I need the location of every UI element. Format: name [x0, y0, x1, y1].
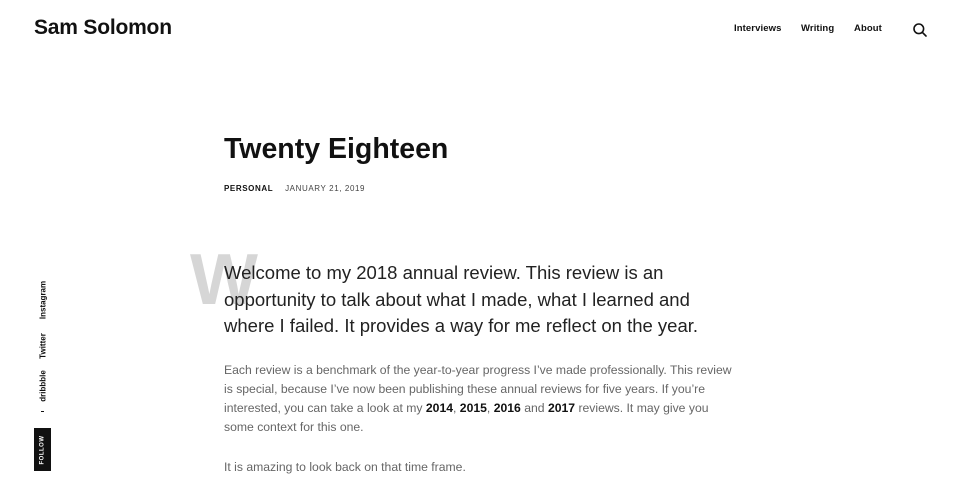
- post-meta: PERSONAL JANUARY 21, 2019: [224, 184, 365, 193]
- body-paragraph: Each review is a benchmark of the year-t…: [224, 361, 736, 437]
- social-divider: [41, 411, 44, 412]
- social-links: Instagram Twitter dribbble: [34, 274, 51, 420]
- nav-item-interviews[interactable]: Interviews: [734, 23, 781, 34]
- search-icon[interactable]: [912, 22, 928, 38]
- social-link-dribbble[interactable]: dribbble: [38, 370, 47, 402]
- review-link-2017[interactable]: 2017: [548, 401, 575, 415]
- post-category-link[interactable]: PERSONAL: [224, 184, 273, 193]
- post-date: JANUARY 21, 2019: [285, 184, 366, 193]
- lead-paragraph: Welcome to my 2018 annual review. This r…: [224, 262, 699, 336]
- nav-item-about[interactable]: About: [854, 23, 882, 34]
- review-link-2015[interactable]: 2015: [460, 401, 487, 415]
- body-paragraph: It is amazing to look back on that time …: [224, 460, 466, 474]
- post-title: Twenty Eighteen: [224, 133, 449, 165]
- social-link-instagram[interactable]: Instagram: [38, 281, 47, 319]
- follow-badge: FOLLOW: [34, 428, 51, 471]
- separator-text: and: [520, 401, 548, 415]
- site-title-link[interactable]: Sam Solomon: [34, 16, 172, 40]
- social-link-twitter[interactable]: Twitter: [38, 333, 47, 359]
- review-link-2016[interactable]: 2016: [494, 401, 521, 415]
- review-link-2014[interactable]: 2014: [426, 401, 453, 415]
- separator-text: ,: [486, 401, 494, 415]
- follow-label: FOLLOW: [39, 435, 46, 464]
- nav-item-writing[interactable]: Writing: [801, 23, 834, 34]
- separator-text: ,: [453, 401, 460, 415]
